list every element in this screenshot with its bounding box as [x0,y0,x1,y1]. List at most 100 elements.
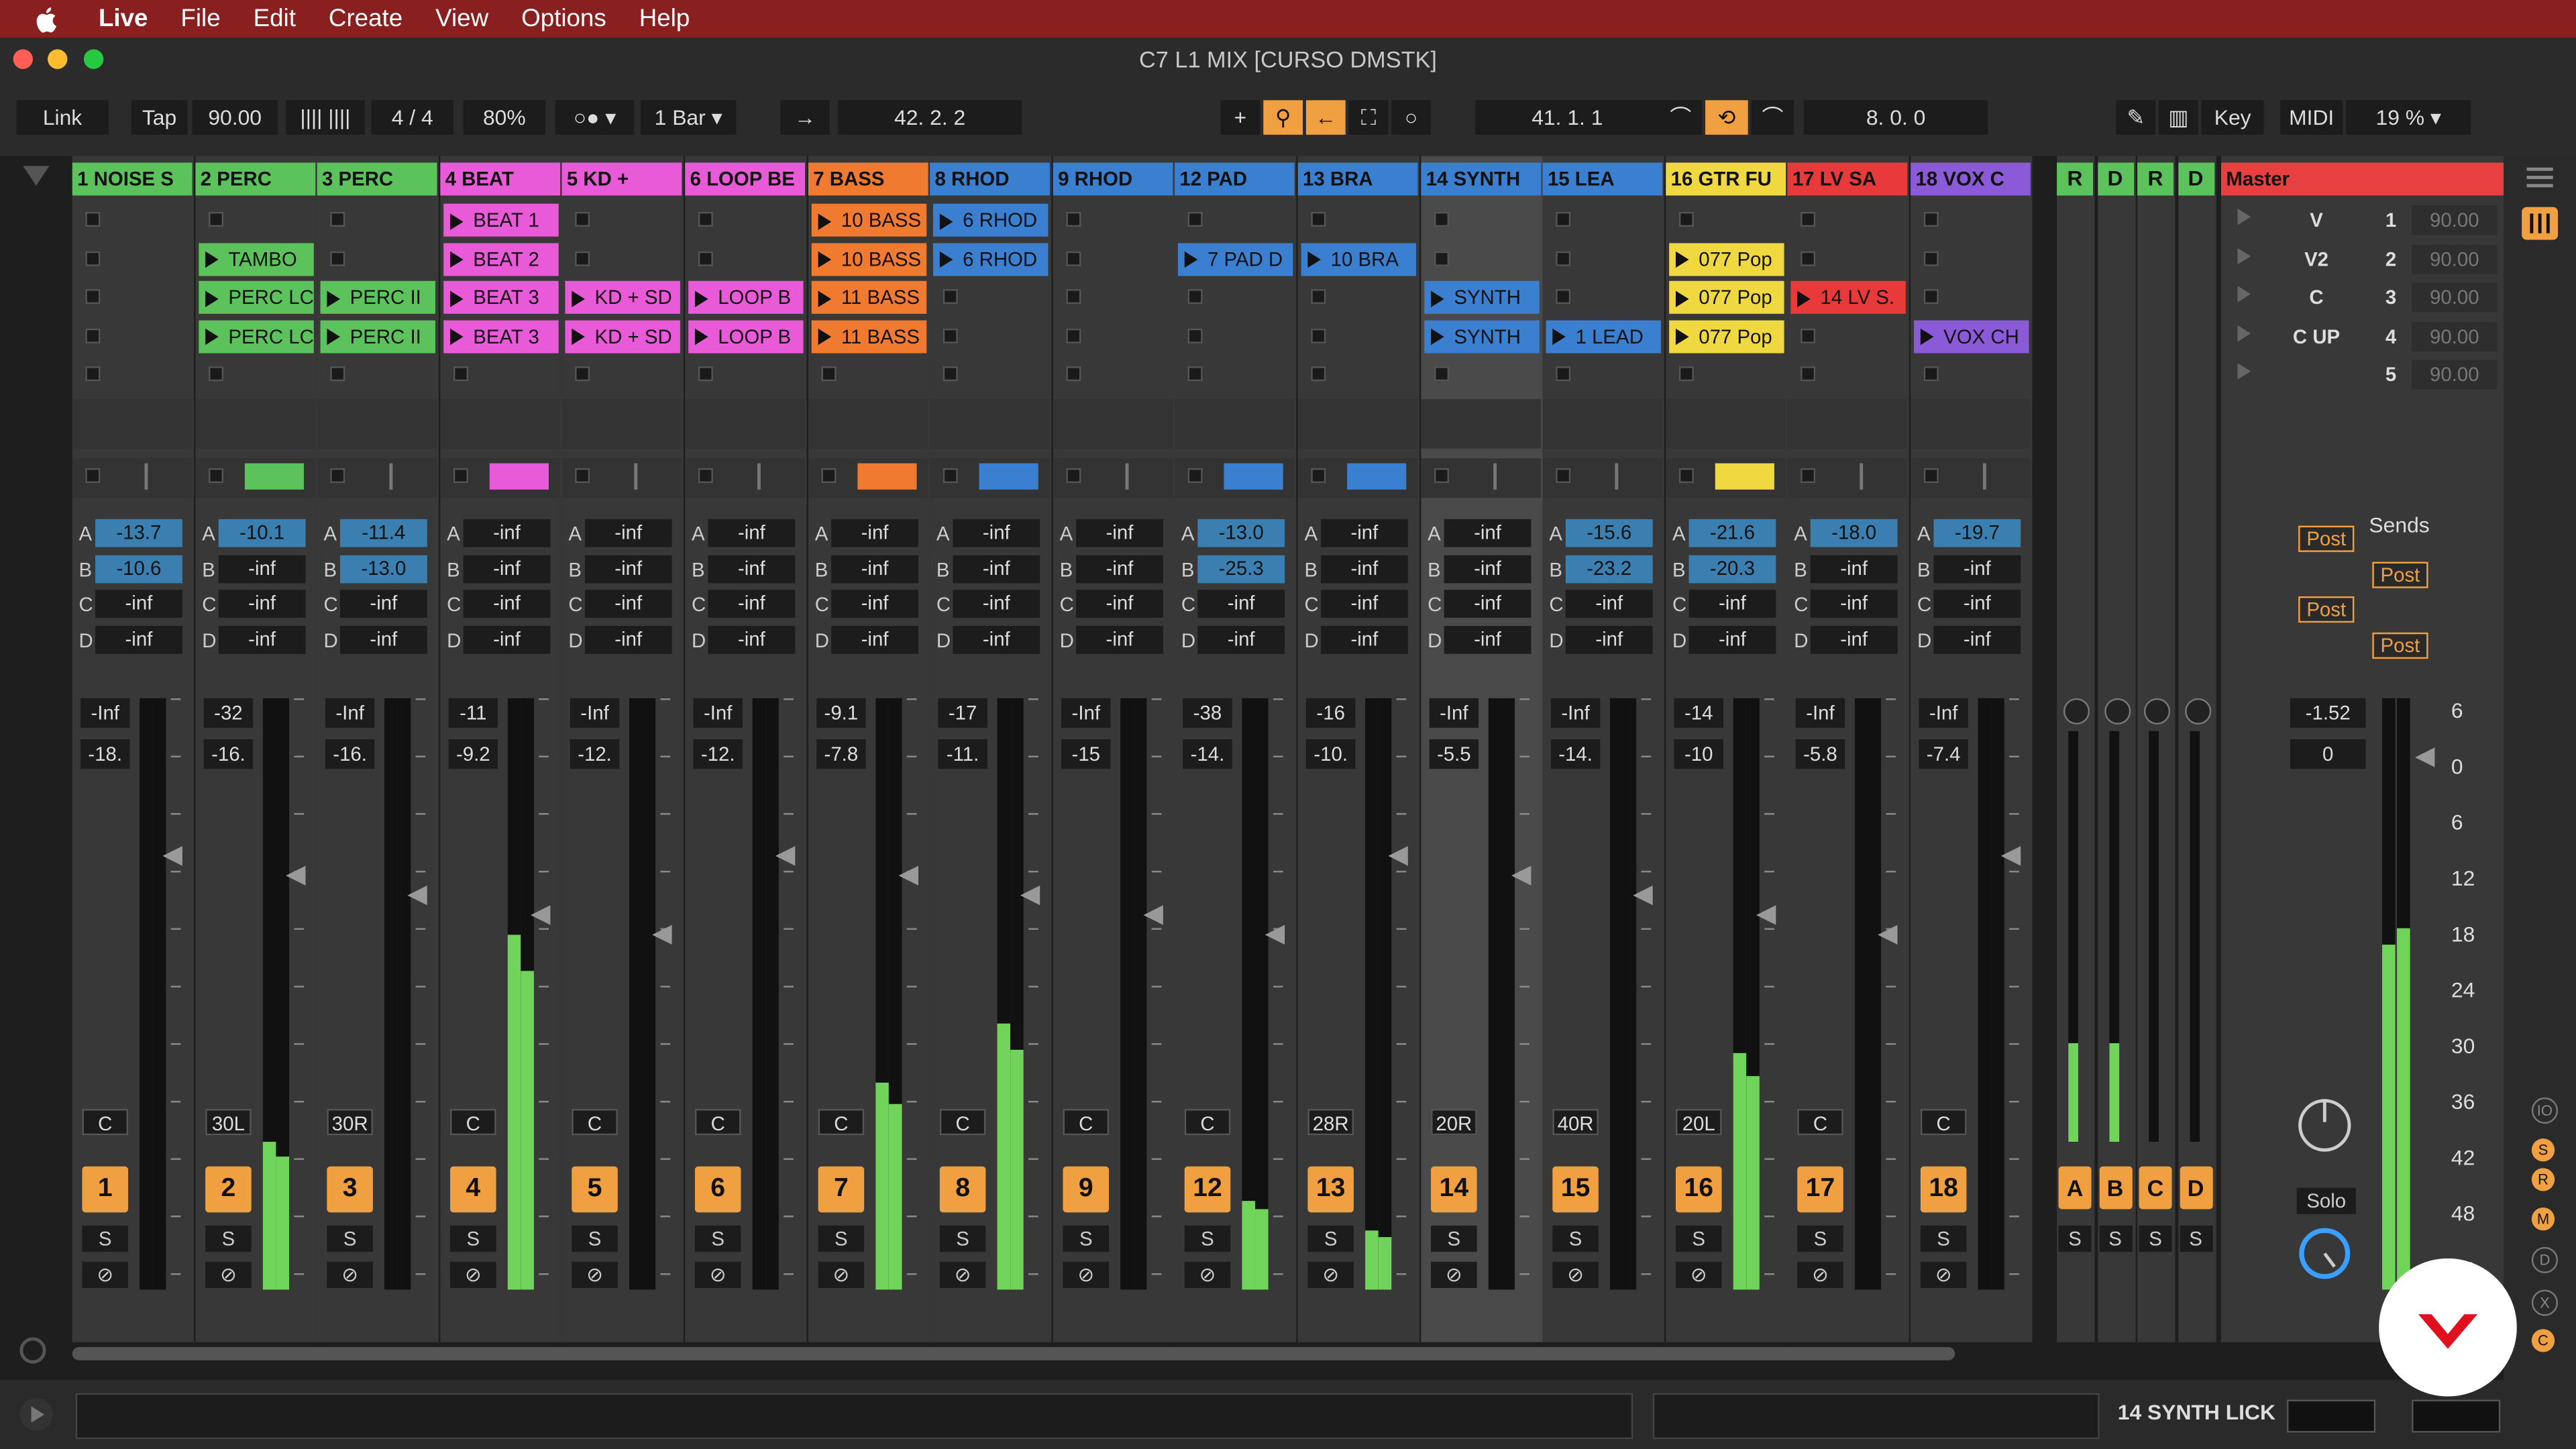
io-toggle[interactable]: IO [2531,1097,2559,1124]
send-value[interactable]: -13.0 [1197,519,1285,547]
clip-slot[interactable]: PERC II [317,318,437,354]
master-volume-fader[interactable] [2415,747,2435,767]
send-value[interactable]: -inf [1933,590,2021,618]
send-c[interactable]: C -inf [440,588,560,620]
volume-field[interactable]: -18. [80,739,130,769]
clip-slot[interactable] [1543,241,1663,277]
send-value[interactable]: -inf [1810,590,1898,618]
send-value[interactable]: -inf [831,625,918,653]
arm-button[interactable]: ⊘ [1797,1261,1843,1288]
stop-button-icon[interactable] [330,250,345,266]
clip-play-icon[interactable] [1184,252,1198,268]
send-a[interactable]: A -13.0 [1175,517,1295,549]
return-pan-knob[interactable] [2184,698,2211,724]
nudge-buttons[interactable]: |||| |||| [286,100,365,135]
send-b[interactable]: B -inf [1053,553,1173,584]
track-stop-icon[interactable] [209,468,224,483]
track-activator[interactable]: 14 [1431,1166,1477,1213]
arm-button[interactable]: ⊘ [818,1261,865,1288]
scene-tempo[interactable]: 90.00 [2412,205,2498,235]
arm-button[interactable]: ⊘ [205,1261,252,1288]
track-header[interactable]: 18 VOX C [1911,162,2031,196]
clip-slot[interactable] [1666,356,1786,392]
track-activator[interactable]: 9 [1063,1166,1110,1213]
track-header[interactable]: 7 BASS [808,162,928,196]
clip-slot[interactable] [72,202,193,238]
return-header[interactable]: R [2057,162,2093,196]
clip-slot[interactable] [1053,356,1173,392]
stop-button-icon[interactable] [1066,250,1081,266]
stop-button-icon[interactable] [1923,289,1939,305]
clip[interactable]: BEAT 1 [443,203,559,237]
clip-slot[interactable]: TAMBO [195,241,315,277]
send-value[interactable]: -inf [1444,554,1532,583]
menu-view[interactable]: View [435,5,488,33]
clip-slot[interactable] [1175,318,1295,354]
solo-button[interactable]: S [1797,1225,1843,1252]
send-d[interactable]: D -inf [1911,623,2031,655]
clip-play-icon[interactable] [939,252,953,268]
track-stop-icon[interactable] [1066,468,1081,483]
send-value[interactable]: -inf [339,625,427,653]
track-activator[interactable]: 2 [205,1166,252,1213]
send-d[interactable]: D -inf [1053,623,1173,655]
solo-button[interactable]: S [1063,1225,1110,1252]
pan-field[interactable]: C [1063,1109,1110,1136]
volume-fader[interactable] [1878,924,1898,945]
clip-play-icon[interactable] [1431,290,1444,307]
delay-toggle[interactable]: D [2531,1246,2559,1273]
send-value[interactable]: -inf [463,590,551,618]
clip-slot[interactable]: KD + SD [562,318,682,354]
stop-button-icon[interactable] [1311,289,1326,305]
send-value[interactable]: -inf [1444,590,1532,618]
clip[interactable]: KD + SD [565,280,680,314]
clip-slot[interactable] [1543,202,1663,238]
clip-slot[interactable] [72,356,193,392]
track-header[interactable]: 3 PERC [317,162,437,196]
arm-button[interactable]: ⊘ [1063,1261,1110,1288]
crossfader-toggle[interactable]: X [2531,1289,2559,1316]
send-a[interactable]: A -inf [1421,517,1541,549]
send-value[interactable]: -inf [953,625,1040,653]
metronome-toggle[interactable]: ○● ▾ [555,100,635,135]
send-value[interactable]: -inf [1076,554,1163,583]
clip-slot[interactable] [1787,356,1907,392]
send-value[interactable]: -inf [339,590,427,618]
clip-play-icon[interactable] [450,213,464,230]
volume-fader[interactable] [775,846,796,866]
volume-field[interactable]: -5.8 [1795,739,1845,769]
stop-button-icon[interactable] [1434,211,1449,227]
clip-slot[interactable]: 1 LEAD [1543,318,1663,354]
clip-slot[interactable] [72,318,193,354]
send-value[interactable]: -inf [95,625,182,653]
track-header[interactable]: 9 RHOD [1053,162,1173,196]
volume-field[interactable]: -15 [1061,739,1111,769]
clip[interactable]: 11 BASS [811,319,927,353]
track-activator[interactable]: 4 [450,1166,496,1213]
volume-field[interactable]: -14. [1550,739,1601,769]
clip-slot[interactable]: 14 LV S. [1787,279,1907,315]
clip[interactable]: PERC II [320,319,435,353]
volume-field[interactable]: -10. [1305,739,1356,769]
volume-fader[interactable] [898,865,918,885]
send-value[interactable]: -inf [1810,625,1898,653]
send-b[interactable]: B -10.6 [72,553,193,584]
quantize-dropdown[interactable]: 1 Bar ▾ [641,100,737,135]
send-value[interactable]: -10.1 [218,519,306,547]
clip-play-icon[interactable] [205,290,219,307]
pan-field[interactable]: C [1920,1109,1967,1136]
stop-button-icon[interactable] [1187,211,1203,227]
send-d[interactable]: D -inf [195,623,315,655]
stop-button-icon[interactable] [1311,327,1326,343]
clip-slot[interactable]: PERC LC [195,279,315,315]
send-d[interactable]: D -inf [72,623,193,655]
send-c[interactable]: C -inf [317,588,437,620]
stop-button-icon[interactable] [1923,250,1939,266]
clip-slot[interactable] [1175,202,1295,238]
track-header[interactable]: 14 SYNTH [1421,162,1542,196]
clip-play-icon[interactable] [1797,290,1811,307]
send-b[interactable]: B -inf [1911,553,2031,584]
clip[interactable]: BEAT 2 [443,242,559,276]
arm-button[interactable]: ⊘ [1431,1261,1477,1288]
track-activator[interactable]: 13 [1307,1166,1354,1213]
